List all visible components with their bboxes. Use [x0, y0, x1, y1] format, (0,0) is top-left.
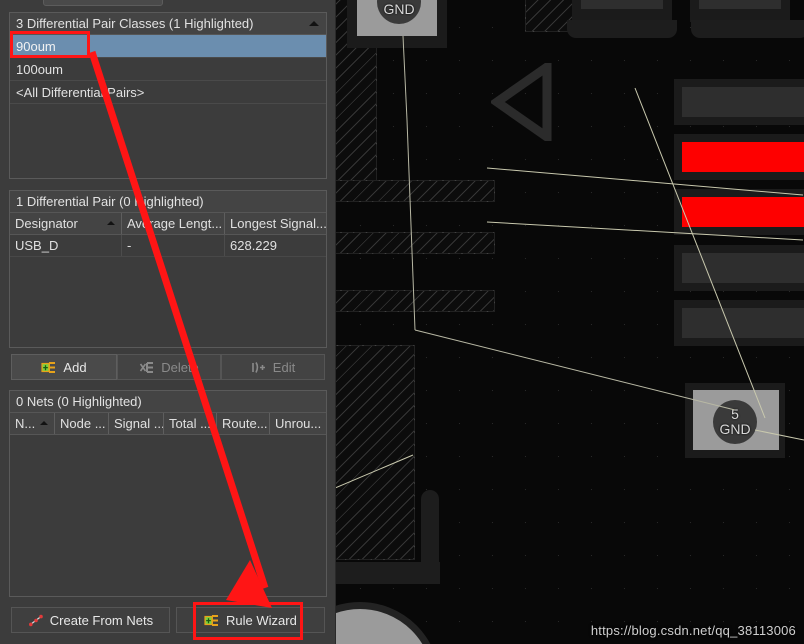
diff-pair-classes-header-label: 3 Differential Pair Classes (1 Highlight… [16, 16, 254, 31]
column-label: Total ... [169, 416, 211, 431]
column-label: Route... [222, 416, 268, 431]
cell-longest-signal: 628.229 [230, 238, 277, 253]
class-label: <All Differential Pairs> [16, 85, 145, 100]
cell-average-length: - [122, 235, 225, 256]
column-header-total[interactable]: Total ... [164, 413, 217, 434]
rule-wizard-label: Rule Wizard [226, 612, 297, 628]
nets-column-headers: N... Node ... Signal ... Total ... Route… [10, 413, 326, 435]
class-list-item-100oum[interactable]: 100oum [10, 58, 326, 81]
class-list-item-90oum[interactable]: 90oum [10, 35, 326, 58]
chevron-up-icon[interactable] [309, 21, 319, 26]
ratlines [335, 35, 804, 489]
nets-action-buttons: Create From Nets Rule Wizard [11, 607, 325, 633]
column-label: Designator [15, 216, 78, 231]
column-header-node-count[interactable]: Node ... [55, 413, 109, 434]
cell-designator: USB_D [10, 235, 122, 256]
delete-net-icon [139, 361, 155, 374]
class-list-item-all-differential-pairs[interactable]: <All Differential Pairs> [10, 81, 326, 104]
column-header-average-length[interactable]: Average Lengt... [122, 213, 225, 234]
column-label: Node ... [60, 416, 106, 431]
pcb-canvas[interactable]: 5 GND 5 GND [335, 0, 804, 644]
create-from-nets-button[interactable]: Create From Nets [11, 607, 170, 633]
delete-button[interactable]: Delete [117, 354, 221, 380]
diff-pair-classes-header[interactable]: 3 Differential Pair Classes (1 Highlight… [10, 13, 326, 35]
edit-button-label: Edit [272, 359, 296, 375]
add-button-label: Add [63, 359, 87, 375]
column-header-signal-length[interactable]: Signal ... [109, 413, 164, 434]
column-header-longest-signal[interactable]: Longest Signal... [225, 213, 326, 234]
class-list-empty-area[interactable] [10, 104, 326, 177]
column-label: Signal ... [114, 416, 164, 431]
column-label: N... [15, 416, 36, 431]
rule-wizard-icon [204, 614, 220, 627]
edit-net-icon [251, 361, 267, 374]
diff-pairs-header: 1 Differential Pair (0 Highlighted) [10, 191, 326, 213]
add-button[interactable]: Add [11, 354, 117, 380]
rule-wizard-button[interactable]: Rule Wizard [175, 607, 325, 633]
sort-ascending-icon [107, 221, 115, 225]
class-label: 90oum [16, 39, 56, 54]
diff-pairs-header-label: 1 Differential Pair (0 Highlighted) [16, 194, 204, 209]
nets-header: 0 Nets (0 Highlighted) [10, 391, 326, 413]
column-header-unrouted[interactable]: Unrou... [270, 413, 326, 434]
nets-header-label: 0 Nets (0 Highlighted) [16, 394, 142, 409]
column-header-name[interactable]: N... [10, 413, 55, 434]
add-net-icon [41, 361, 57, 374]
diff-pair-classes-box: 3 Differential Pair Classes (1 Highlight… [9, 12, 327, 179]
nets-box: 0 Nets (0 Highlighted) N... Node ... Sig… [9, 390, 327, 597]
nets-rows[interactable] [10, 435, 326, 596]
class-label: 100oum [16, 62, 63, 77]
differential-pair-editor-panel: 3 Differential Pair Classes (1 Highlight… [0, 0, 336, 644]
sort-ascending-icon [40, 421, 48, 425]
column-header-designator[interactable]: Designator [10, 213, 122, 234]
create-from-nets-label: Create From Nets [49, 612, 154, 628]
watermark-url: https://blog.csdn.net/qq_38113006 [590, 623, 796, 638]
diff-pairs-column-headers: Designator Average Lengt... Longest Sign… [10, 213, 326, 235]
diff-pair-action-buttons: Add Delete Edit [11, 354, 325, 380]
column-label: Average Lengt... [127, 216, 223, 231]
edit-button[interactable]: Edit [221, 354, 325, 380]
table-row[interactable]: USB_D - 628.229 [10, 235, 326, 257]
diff-pairs-rows: USB_D - 628.229 [10, 235, 326, 257]
column-label: Longest Signal... [230, 216, 326, 231]
diff-pairs-box: 1 Differential Pair (0 Highlighted) Desi… [9, 190, 327, 348]
delete-button-label: Delete [161, 359, 199, 375]
toolbar-stub-button[interactable] [43, 0, 163, 6]
column-header-routed[interactable]: Route... [217, 413, 270, 434]
column-label: Unrou... [275, 416, 322, 431]
nets-icon [28, 614, 44, 627]
